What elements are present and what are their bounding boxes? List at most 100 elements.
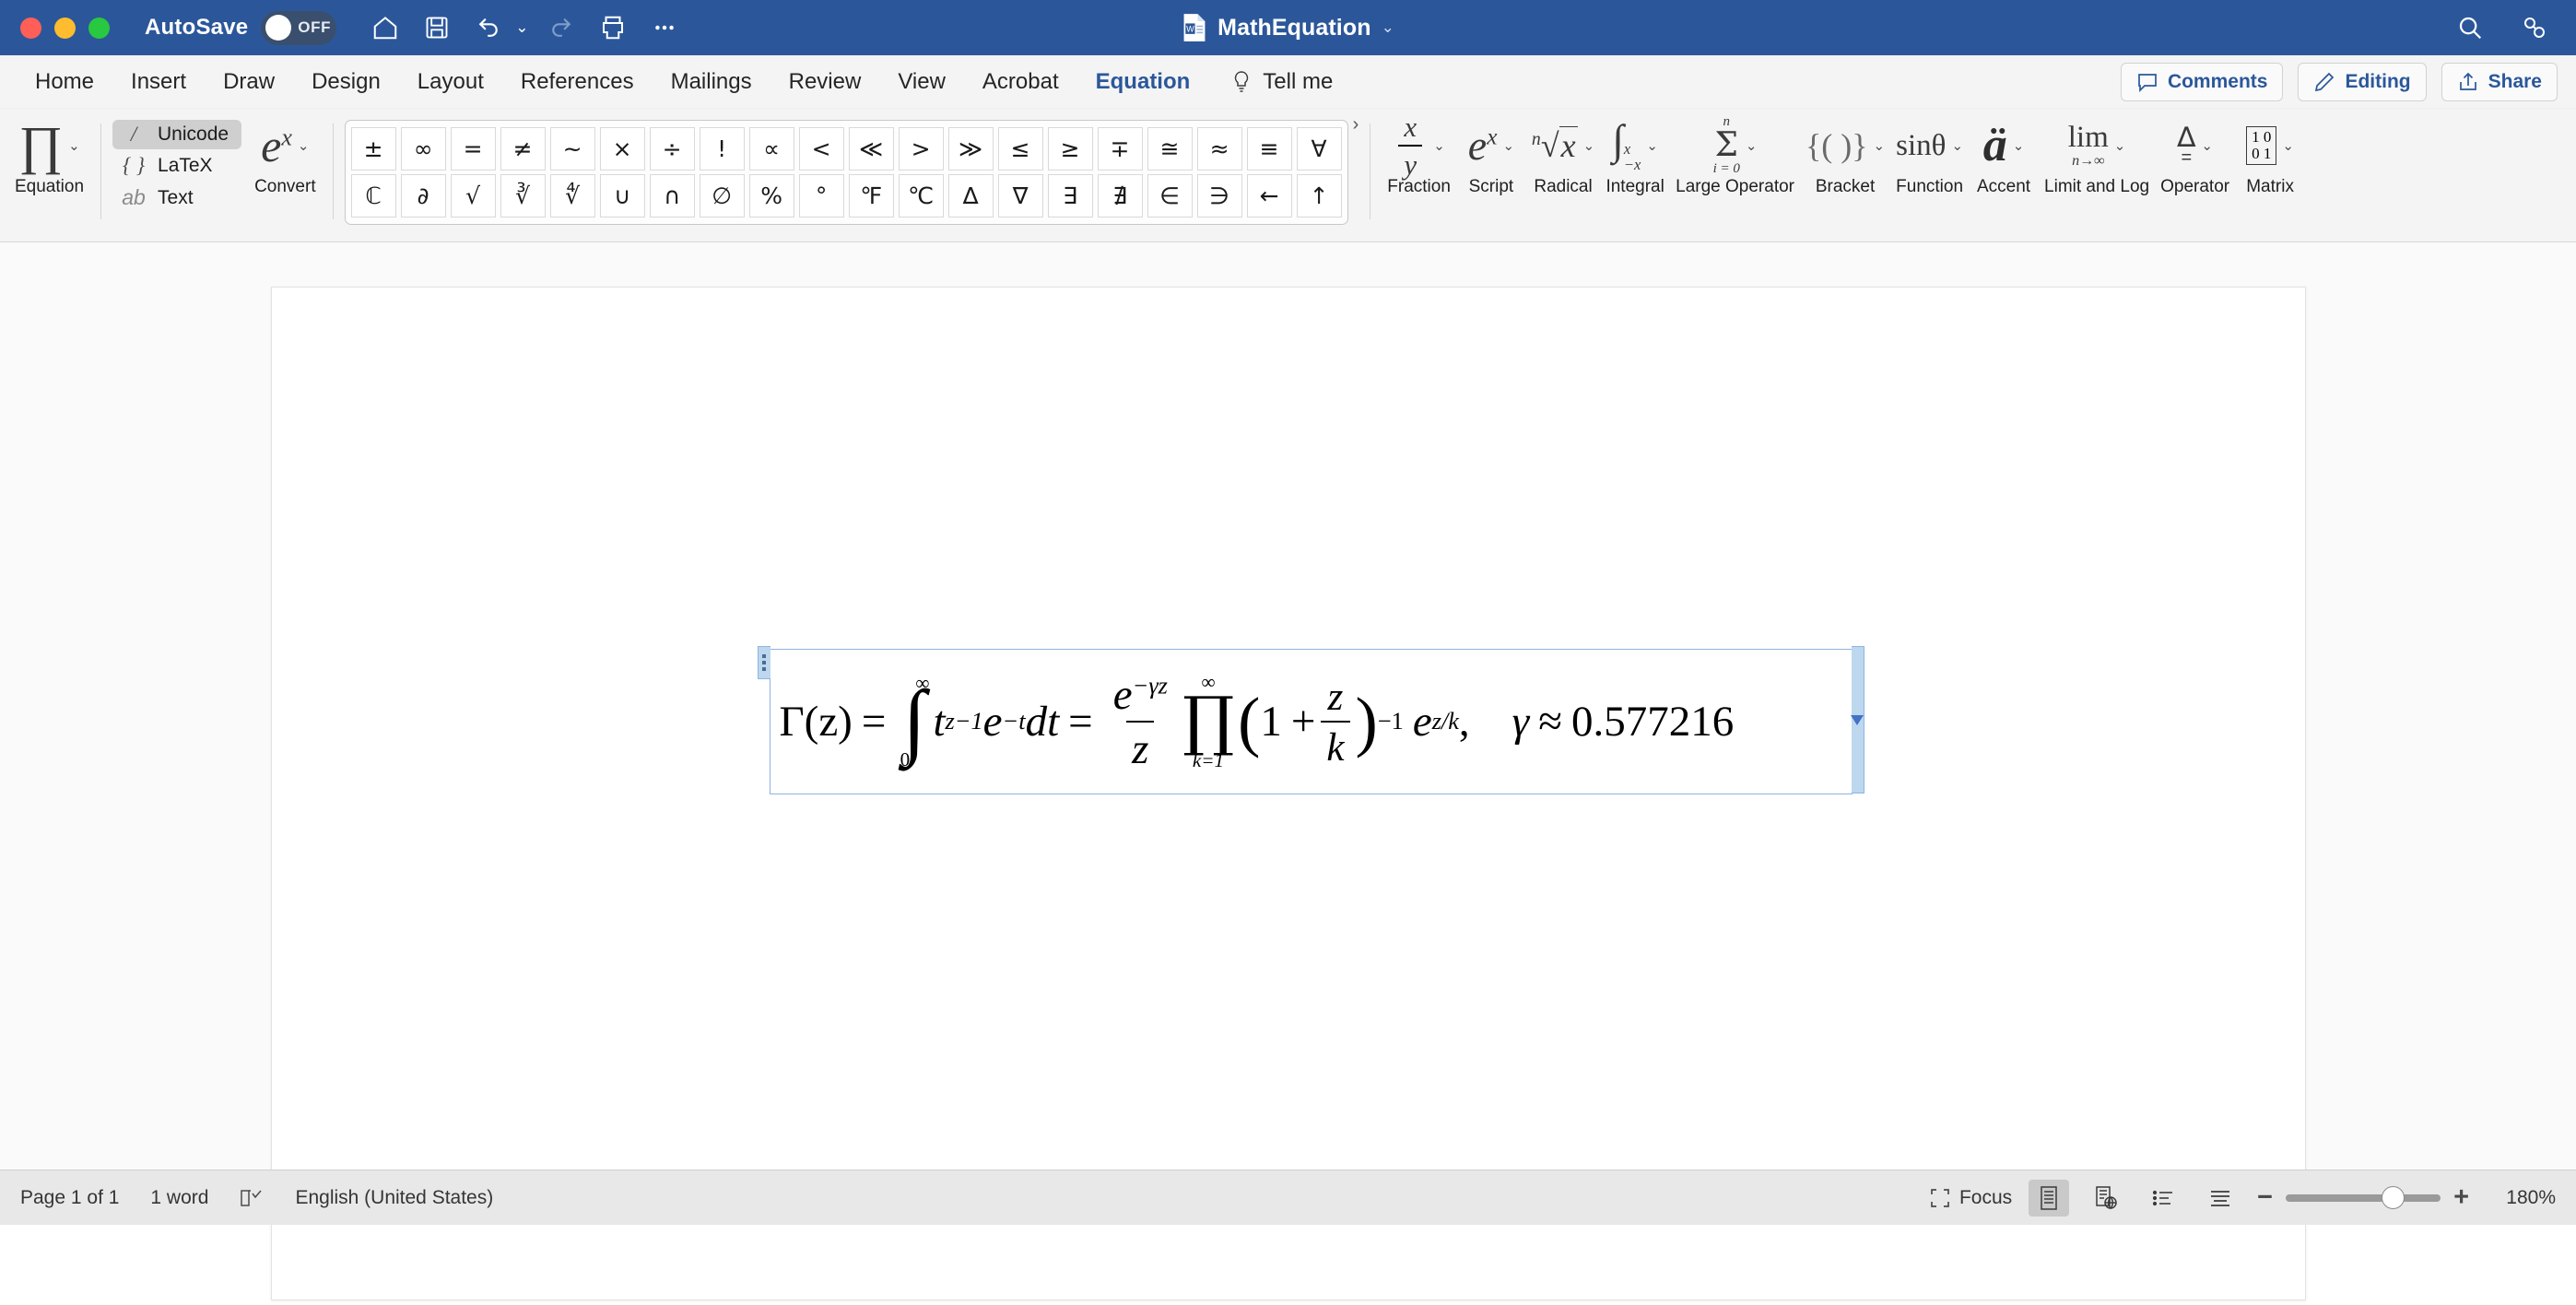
undo-dropdown-icon[interactable]: ⌄: [515, 18, 528, 37]
tab-acrobat[interactable]: Acrobat: [964, 55, 1077, 109]
convert-dropdown-icon[interactable]: ⌄: [298, 137, 310, 154]
mode-unicode[interactable]: / Unicode: [112, 120, 242, 149]
title-dropdown-icon[interactable]: ⌄: [1382, 18, 1394, 37]
mode-text[interactable]: ab Text: [112, 182, 241, 213]
symbol-button[interactable]: ∀: [1296, 127, 1342, 170]
symbol-button[interactable]: ∅: [699, 174, 745, 218]
large-operator-dropdown-icon[interactable]: ⌄: [1746, 137, 1758, 154]
redo-icon[interactable]: [540, 6, 582, 49]
chevron-down-icon[interactable]: [1851, 714, 1864, 725]
zoom-level[interactable]: 180%: [2486, 1187, 2556, 1209]
symbol-button[interactable]: ∈: [1147, 174, 1193, 218]
tab-review[interactable]: Review: [770, 55, 880, 109]
symbol-button[interactable]: ∪: [599, 174, 645, 218]
symbol-button[interactable]: ∛: [500, 174, 546, 218]
page-info[interactable]: Page 1 of 1: [20, 1187, 119, 1209]
word-count[interactable]: 1 word: [150, 1187, 208, 1209]
fraction-button[interactable]: xy ⌄ Fraction: [1382, 111, 1456, 197]
symbol-button[interactable]: !: [699, 127, 745, 170]
tab-equation[interactable]: Equation: [1077, 55, 1209, 109]
symbol-button[interactable]: ÷: [649, 127, 695, 170]
print-icon[interactable]: [592, 6, 634, 49]
tab-insert[interactable]: Insert: [112, 55, 205, 109]
undo-icon[interactable]: [467, 6, 510, 49]
editing-button[interactable]: Editing: [2298, 62, 2427, 101]
script-button[interactable]: ex ⌄ Script: [1456, 114, 1526, 197]
symbol-button[interactable]: ≥: [1047, 127, 1093, 170]
mode-latex[interactable]: { } LaTeX: [112, 151, 241, 181]
bracket-button[interactable]: {( )} ⌄ Bracket: [1800, 114, 1890, 196]
web-layout-icon[interactable]: [2086, 1180, 2126, 1217]
symbol-button[interactable]: ∞: [400, 127, 446, 170]
equation-field[interactable]: Γ(z) = ∞ ∫ 0 t z−1 e −t dt = e−γz z ∞ ∏ …: [757, 646, 1864, 794]
symbol-button[interactable]: ∂: [400, 174, 446, 218]
tell-me-button[interactable]: Tell me: [1216, 69, 1347, 95]
minimize-window-button[interactable]: [54, 17, 76, 39]
maximize-window-button[interactable]: [88, 17, 110, 39]
accent-dropdown-icon[interactable]: ⌄: [2013, 137, 2025, 154]
convert-button[interactable]: ex ⌄ Convert: [249, 114, 322, 196]
symbol-button[interactable]: ∃: [1047, 174, 1093, 218]
symbol-button[interactable]: ℂ: [350, 174, 396, 218]
home-icon[interactable]: [364, 6, 406, 49]
symbol-button[interactable]: ≫: [947, 127, 994, 170]
print-layout-icon[interactable]: [2029, 1179, 2070, 1217]
autosave-control[interactable]: AutoSave OFF: [145, 10, 337, 45]
integral-button[interactable]: ∫ x −x ⌄ Integral: [1600, 114, 1670, 196]
symbol-button[interactable]: ↑: [1296, 174, 1342, 218]
matrix-dropdown-icon[interactable]: ⌄: [2282, 137, 2294, 154]
document-page[interactable]: Γ(z) = ∞ ∫ 0 t z−1 e −t dt = e−γz z ∞ ∏ …: [270, 287, 2306, 1300]
symbol-button[interactable]: =: [450, 127, 496, 170]
symbol-button[interactable]: ≠: [500, 127, 546, 170]
symbol-button[interactable]: ∩: [649, 174, 695, 218]
share-button[interactable]: Share: [2441, 62, 2558, 101]
outline-icon[interactable]: [2143, 1180, 2183, 1217]
symbol-button[interactable]: ∇: [997, 174, 1043, 218]
equation-drag-handle[interactable]: [757, 646, 770, 679]
tab-design[interactable]: Design: [293, 55, 399, 109]
document-canvas[interactable]: Γ(z) = ∞ ∫ 0 t z−1 e −t dt = e−γz z ∞ ∏ …: [0, 242, 2576, 1300]
focus-button[interactable]: Focus: [1929, 1187, 2012, 1209]
zoom-in-button[interactable]: +: [2453, 1184, 2469, 1211]
tab-layout[interactable]: Layout: [399, 55, 502, 109]
operator-dropdown-icon[interactable]: ⌄: [2201, 137, 2213, 154]
symbol-button[interactable]: ≤: [997, 127, 1043, 170]
symbol-button[interactable]: ℉: [848, 174, 894, 218]
symbol-button[interactable]: %: [748, 174, 794, 218]
zoom-slider-thumb[interactable]: [2382, 1185, 2405, 1209]
symbol-button[interactable]: ∄: [1097, 174, 1143, 218]
language-status[interactable]: English (United States): [295, 1187, 493, 1209]
more-icon[interactable]: [643, 6, 686, 49]
large-operator-button[interactable]: n Σ i = 0 ⌄ Large Operator: [1670, 114, 1800, 197]
limit-log-dropdown-icon[interactable]: ⌄: [2114, 137, 2126, 154]
radical-dropdown-icon[interactable]: ⌄: [1583, 137, 1595, 154]
symbol-button[interactable]: <: [798, 127, 844, 170]
format-icon[interactable]: [2513, 6, 2556, 49]
symbol-button[interactable]: ≈: [1196, 127, 1242, 170]
draft-icon[interactable]: [2200, 1180, 2241, 1217]
symbol-button[interactable]: ≪: [848, 127, 894, 170]
equation-options-handle[interactable]: [1851, 646, 1864, 794]
symbol-button[interactable]: ±: [350, 127, 396, 170]
symbol-button[interactable]: ∝: [748, 127, 794, 170]
symbols-more-icon[interactable]: ›: [1348, 114, 1359, 135]
operator-button[interactable]: ∆ = ⌄ Operator: [2155, 114, 2235, 197]
symbol-button[interactable]: °: [798, 174, 844, 218]
close-window-button[interactable]: [20, 17, 41, 39]
limit-log-button[interactable]: lim n→∞ ⌄ Limit and Log: [2039, 114, 2155, 196]
tab-mailings[interactable]: Mailings: [653, 55, 770, 109]
symbol-button[interactable]: ∋: [1196, 174, 1242, 218]
comments-button[interactable]: Comments: [2120, 62, 2284, 101]
accent-button[interactable]: ä ⌄ Accent: [1969, 114, 2039, 197]
tab-view[interactable]: View: [879, 55, 964, 109]
symbol-button[interactable]: ∓: [1097, 127, 1143, 170]
zoom-slider-group[interactable]: − +: [2257, 1184, 2469, 1211]
symbol-button[interactable]: ≡: [1246, 127, 1292, 170]
bracket-dropdown-icon[interactable]: ⌄: [1874, 137, 1886, 154]
equation-dropdown-icon[interactable]: ⌄: [68, 137, 80, 154]
symbol-button[interactable]: ℃: [898, 174, 944, 218]
symbol-button[interactable]: ←: [1246, 174, 1292, 218]
proofing-status[interactable]: [240, 1187, 264, 1209]
symbol-button[interactable]: ≅: [1147, 127, 1193, 170]
symbol-button[interactable]: ∜: [549, 174, 595, 218]
